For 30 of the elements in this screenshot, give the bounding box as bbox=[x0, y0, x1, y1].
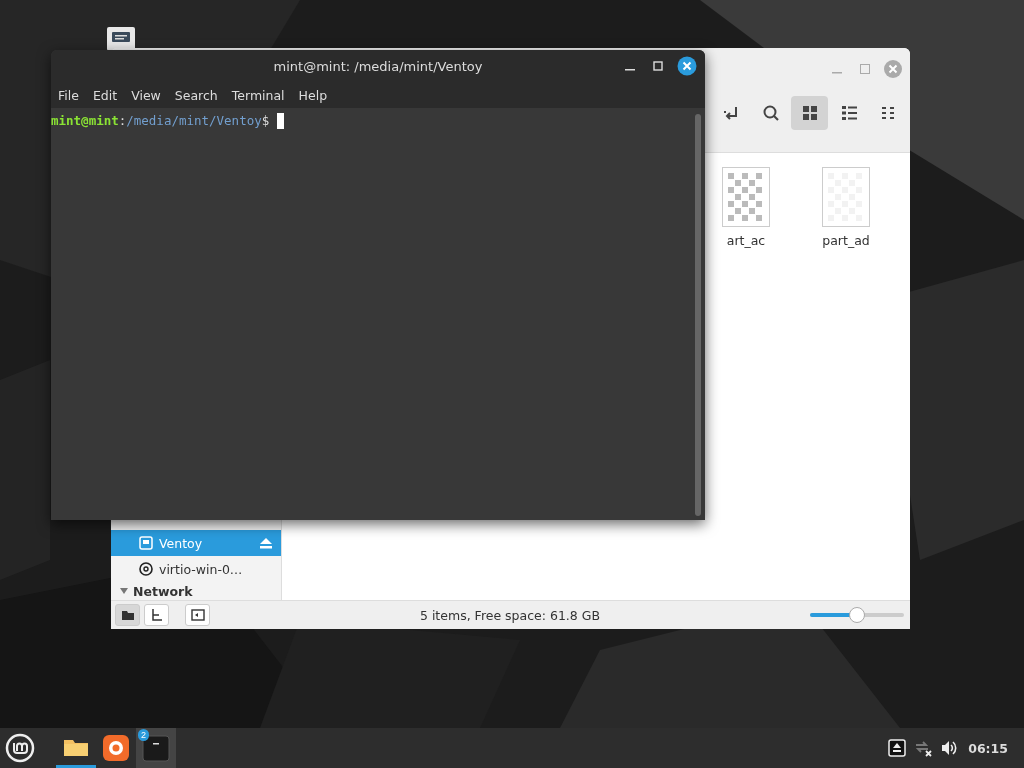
file-name[interactable]: art_ac bbox=[726, 233, 766, 248]
network-disconnected-icon[interactable] bbox=[914, 739, 933, 757]
close-button[interactable] bbox=[677, 56, 697, 76]
window-count-badge: 2 bbox=[138, 729, 149, 741]
menu-item[interactable]: Search bbox=[169, 85, 223, 105]
icon-view-button[interactable] bbox=[791, 96, 828, 130]
disc-icon bbox=[139, 562, 153, 576]
status-text: 5 items, Free space: 61.8 GB bbox=[418, 607, 602, 623]
menu-item[interactable]: Help bbox=[293, 85, 333, 105]
drive-icon bbox=[139, 536, 153, 550]
eject-icon[interactable] bbox=[888, 739, 907, 757]
zoom-slider[interactable] bbox=[810, 607, 904, 623]
list-icon[interactable] bbox=[839, 104, 858, 122]
logo bbox=[5, 733, 35, 763]
window-title: mint@mint: /media/mint/Ventoy bbox=[272, 58, 484, 74]
sidebar-item[interactable]: virtio-win-0… bbox=[111, 556, 281, 582]
menu-item[interactable]: Edit bbox=[87, 85, 123, 105]
file-name[interactable]: part_ad bbox=[822, 233, 870, 248]
menu-item[interactable]: File bbox=[53, 85, 84, 105]
volume-icon[interactable] bbox=[940, 739, 959, 757]
text-cursor bbox=[277, 112, 285, 129]
scrollbar[interactable] bbox=[695, 114, 701, 516]
collapse-arrow-icon[interactable] bbox=[119, 586, 129, 596]
menu-item[interactable]: View bbox=[126, 85, 166, 105]
clock[interactable]: 06:15 bbox=[968, 740, 1008, 756]
section-heading: Network bbox=[133, 583, 193, 599]
menu-item[interactable]: Terminal bbox=[226, 85, 290, 105]
prompt-line: mint@mint:/media/mint/Ventoy$ bbox=[51, 113, 270, 128]
search-icon bbox=[761, 104, 780, 122]
grid-icon[interactable] bbox=[800, 104, 819, 122]
